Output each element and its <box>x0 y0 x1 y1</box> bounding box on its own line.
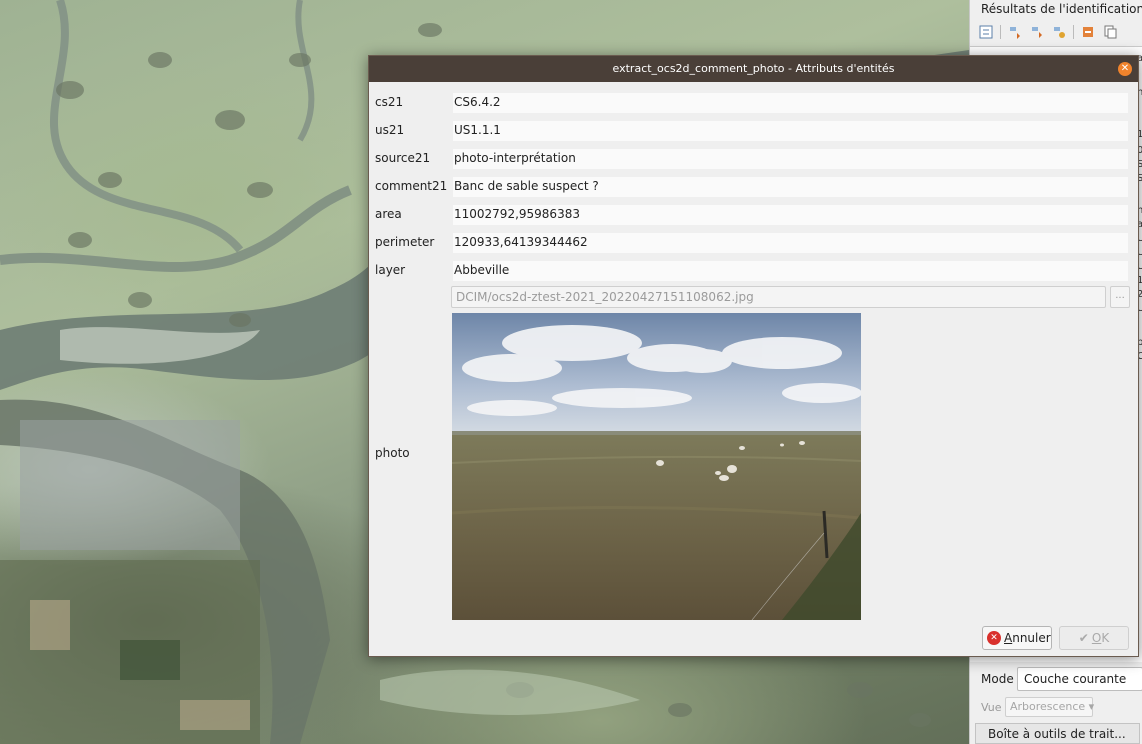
cancel-label: Annuler <box>1004 631 1051 645</box>
copy-icon[interactable] <box>1102 24 1118 40</box>
field-row-area: area 11002792,95986383 <box>369 205 1138 225</box>
view-select[interactable]: Arborescence ▾ <box>1005 697 1095 717</box>
expand-tree-icon[interactable] <box>1007 24 1023 40</box>
toolbar-separator <box>1000 25 1001 39</box>
photo-path-input[interactable]: DCIM/ocs2d-ztest-2021_20220427151108062.… <box>451 286 1106 308</box>
dialog-title: extract_ocs2d_comment_photo - Attributs … <box>612 62 895 75</box>
field-label: area <box>375 207 402 221</box>
toolbar-separator <box>1073 25 1074 39</box>
expand-new-icon[interactable] <box>1051 24 1067 40</box>
panel-toolbar <box>978 22 1118 42</box>
dialog-titlebar[interactable]: extract_ocs2d_comment_photo - Attributs … <box>369 56 1138 82</box>
mode-select[interactable]: Couche courante <box>1017 667 1142 691</box>
field-label: layer <box>375 263 406 277</box>
clear-results-icon[interactable] <box>1080 24 1096 40</box>
feature-attributes-dialog: extract_ocs2d_comment_photo - Attributs … <box>368 55 1139 657</box>
photo-image <box>452 313 861 620</box>
view-select-value: Arborescence <box>1010 700 1086 713</box>
field-value-input[interactable]: US1.1.1 <box>453 121 1128 141</box>
field-label: perimeter <box>375 235 435 249</box>
expand-icon[interactable] <box>978 24 994 40</box>
field-row-layer: layer Abbeville <box>369 261 1138 281</box>
field-value-input[interactable]: 120933,64139344462 <box>453 233 1128 253</box>
field-label: cs21 <box>375 95 404 109</box>
ok-button[interactable]: ✔ OK <box>1059 626 1129 650</box>
collapse-tree-icon[interactable] <box>1029 24 1045 40</box>
field-value-input[interactable]: photo-interprétation <box>453 149 1128 169</box>
field-label: us21 <box>375 123 405 137</box>
field-label: source21 <box>375 151 431 165</box>
field-row-perimeter: perimeter 120933,64139344462 <box>369 233 1138 253</box>
field-value-input[interactable]: CS6.4.2 <box>453 93 1128 113</box>
chevron-down-icon: ▾ <box>1088 700 1095 713</box>
photo-label: photo <box>375 446 410 460</box>
view-label: Vue <box>981 701 1002 714</box>
photo-preview[interactable] <box>452 313 861 620</box>
field-value-input[interactable]: Abbeville <box>453 261 1128 281</box>
mode-label: Mode <box>981 672 1014 686</box>
panel-title: Résultats de l'identification <box>981 2 1142 16</box>
ok-label: OK <box>1091 631 1110 645</box>
cancel-icon: ✕ <box>987 631 1001 645</box>
field-row-cs21: cs21 CS6.4.2 <box>369 93 1138 113</box>
processing-toolbox-tab[interactable]: Boîte à outils de trait... <box>975 723 1140 744</box>
cancel-button[interactable]: ✕ Annuler <box>982 626 1052 650</box>
browse-button[interactable]: ... <box>1110 286 1130 308</box>
field-value-input[interactable]: Banc de sable suspect ? <box>453 177 1128 197</box>
field-row-source21: source21 photo-interprétation <box>369 149 1138 169</box>
checkmark-icon: ✔ <box>1078 631 1089 645</box>
field-row-comment21: comment21 Banc de sable suspect ? <box>369 177 1138 197</box>
field-row-us21: us21 US1.1.1 <box>369 121 1138 141</box>
field-label: comment21 <box>375 179 448 193</box>
field-value-input[interactable]: 11002792,95986383 <box>453 205 1128 225</box>
close-icon[interactable]: ✕ <box>1118 62 1132 76</box>
